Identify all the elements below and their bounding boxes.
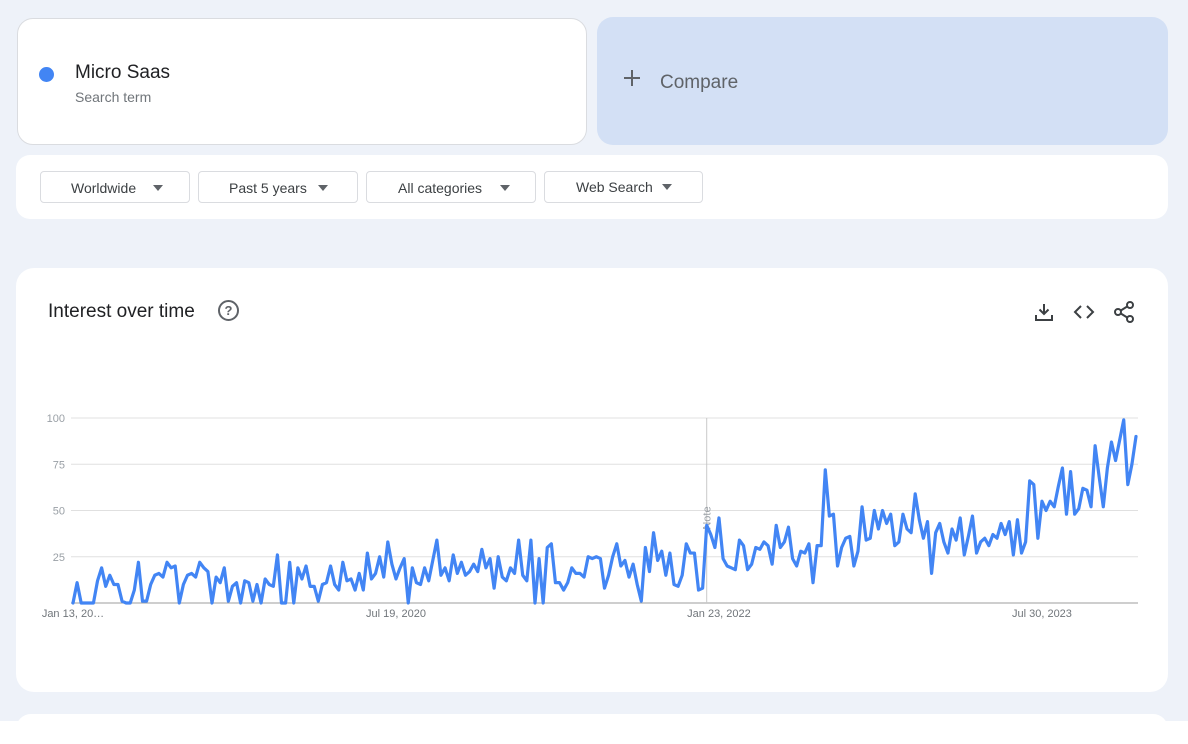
y-tick-label: 75 <box>53 459 65 471</box>
term-color-dot <box>39 67 54 82</box>
interest-line-chart: 255075100NoteJan 13, 20… Jul 19, 2020 Jan … <box>42 413 1138 620</box>
caret-down-icon <box>662 184 672 190</box>
time-range-filter-label: Past 5 years <box>229 180 307 196</box>
compare-label: Compare <box>660 72 739 93</box>
x-tick-label: Jan 23, 2022 <box>687 608 751 620</box>
search-term-card[interactable]: Micro Saas Search term <box>17 18 587 145</box>
category-filter[interactable]: All categories <box>366 171 536 203</box>
search-type-filter-label: Web Search <box>576 179 653 195</box>
series-line <box>71 418 1138 605</box>
time-range-filter[interactable]: Past 5 years <box>198 171 358 203</box>
next-section-card <box>16 714 1168 744</box>
x-tick-label: Jul 30, 2023 <box>1012 608 1072 620</box>
caret-down-icon <box>318 185 328 191</box>
search-term-type: Search term <box>75 89 152 105</box>
caret-down-icon <box>500 185 510 191</box>
y-tick-label: 50 <box>53 506 65 518</box>
x-tick-label: Jan 13, 20… <box>42 608 104 620</box>
caret-down-icon <box>153 185 163 191</box>
search-term-name: Micro Saas <box>75 62 171 83</box>
compare-button[interactable]: Compare <box>597 17 1168 145</box>
y-tick-label: 25 <box>53 552 65 564</box>
region-filter[interactable]: Worldwide <box>40 171 190 203</box>
region-filter-label: Worldwide <box>71 180 137 196</box>
x-tick-label: Jul 19, 2020 <box>366 608 426 620</box>
category-filter-label: All categories <box>398 180 483 196</box>
y-tick-label: 100 <box>47 413 65 425</box>
interest-over-time-card: Interest over time ? 25 50 75 100 Note Jan 13… <box>16 268 1168 692</box>
search-type-filter[interactable]: Web Search <box>544 171 703 203</box>
filter-bar: Worldwide Past 5 years All categories We… <box>16 155 1168 219</box>
plus-icon <box>623 69 641 87</box>
